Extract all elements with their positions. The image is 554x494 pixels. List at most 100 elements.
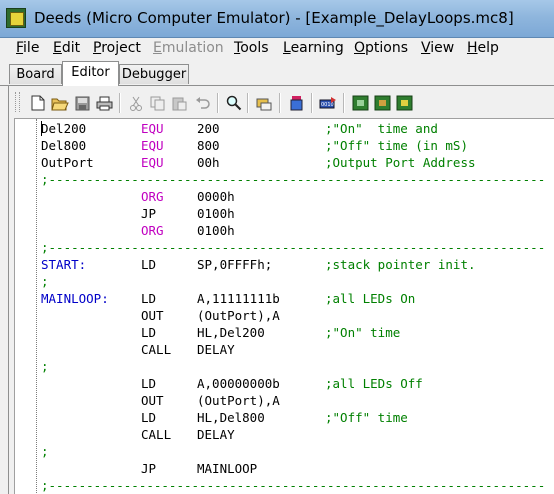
code-opcode: EQU <box>141 121 164 136</box>
svg-text:0010: 0010 <box>321 102 334 108</box>
code-comment: ;all LEDs Off <box>325 376 423 391</box>
code-line[interactable]: CALL DELAY <box>15 341 554 358</box>
code-line[interactable]: LD A,00000000b ;all LEDs Off <box>15 375 554 392</box>
print-icon[interactable] <box>95 94 113 112</box>
code-comment: ;stack pointer init. <box>325 257 476 272</box>
cut-icon[interactable] <box>127 94 145 112</box>
code-opcode: CALL <box>141 427 172 442</box>
code-line[interactable]: JP MAINLOOP <box>15 460 554 477</box>
menu-accelerator: E <box>153 40 162 56</box>
code-line[interactable]: ; <box>15 273 554 290</box>
app-icon[interactable] <box>6 8 26 28</box>
comment-line: ; <box>41 444 49 459</box>
code-line[interactable]: Del800 EQU 800 ;"Off" time (in mS) <box>15 137 554 154</box>
code-comment: ;Output Port Address <box>325 155 476 170</box>
menu-tools[interactable]: Tools <box>234 40 269 56</box>
code-operands: 800 <box>197 138 220 153</box>
toolbar-separator <box>343 93 345 113</box>
code-opcode: LD <box>141 325 157 340</box>
find-icon[interactable] <box>225 94 243 112</box>
code-line[interactable]: ORG 0100h <box>15 222 554 239</box>
tab-board[interactable]: Board <box>9 64 62 84</box>
menu-label-rest: iew <box>430 40 455 56</box>
comment-line: ;---------------------------------------… <box>41 172 546 187</box>
new-file-icon[interactable] <box>29 94 47 112</box>
code-opcode: LD <box>141 376 157 391</box>
code-line[interactable]: ; <box>15 443 554 460</box>
code-opcode: LD <box>141 257 157 272</box>
menu-accelerator: E <box>53 40 62 56</box>
menu-options[interactable]: Options <box>354 40 408 56</box>
menu-accelerator: L <box>283 40 291 56</box>
code-line[interactable]: OutPort EQU 00h ;Output Port Address <box>15 154 554 171</box>
code-line[interactable]: ;---------------------------------------… <box>15 239 554 256</box>
code-operands: DELAY <box>197 427 235 442</box>
code-line[interactable]: ;---------------------------------------… <box>15 477 554 494</box>
comment-line: ; <box>41 274 49 289</box>
menu-view[interactable]: View <box>421 40 454 56</box>
tab-debugger[interactable]: Debugger <box>119 64 189 84</box>
menu-label-rest: earning <box>290 40 344 56</box>
menu-emulation[interactable]: Emulation <box>153 40 224 56</box>
comment-line: ;---------------------------------------… <box>41 478 546 493</box>
code-label: START: <box>41 257 87 272</box>
menu-bar: File Edit Project Emulation Tools Learning Opt… <box>0 38 554 60</box>
code-line[interactable]: ;---------------------------------------… <box>15 171 554 188</box>
copy-icon[interactable] <box>149 94 167 112</box>
assembler-icon[interactable]: 0010 <box>319 94 337 112</box>
code-opcode: LD <box>141 291 157 306</box>
compile-icon[interactable] <box>255 94 273 112</box>
chip-icon-2[interactable] <box>373 94 391 112</box>
code-opcode: LD <box>141 410 157 425</box>
window-title: Deeds (Micro Computer Emulator) - [Examp… <box>34 9 514 27</box>
code-operands: 0000h <box>197 189 235 204</box>
code-line[interactable]: MAINLOOP: LD A,11111111b ;all LEDs On <box>15 290 554 307</box>
code-line[interactable]: ORG 0000h <box>15 188 554 205</box>
menu-project[interactable]: Project <box>93 40 141 56</box>
code-line[interactable]: OUT (OutPort),A <box>15 307 554 324</box>
menu-label-rest: elp <box>477 40 499 56</box>
code-line[interactable]: LD HL,Del800 ;"Off" time <box>15 409 554 426</box>
save-icon[interactable] <box>73 94 91 112</box>
code-line[interactable]: OUT (OutPort),A <box>15 392 554 409</box>
code-label: OutPort <box>41 155 94 170</box>
paste-icon[interactable] <box>171 94 189 112</box>
code-operands: 200 <box>197 121 220 136</box>
chip-icon-1[interactable] <box>351 94 369 112</box>
menu-file[interactable]: File <box>16 40 39 56</box>
code-line[interactable]: CALL DELAY <box>15 426 554 443</box>
menu-learning[interactable]: Learning <box>283 40 344 56</box>
menu-label-rest: roject <box>101 40 141 56</box>
code-line[interactable]: LD HL,Del200 ;"On" time <box>15 324 554 341</box>
toolbar-separator <box>279 93 281 113</box>
code-operands: A,11111111b <box>197 291 280 306</box>
code-label: MAINLOOP: <box>41 291 109 306</box>
chip-icon-3[interactable] <box>395 94 413 112</box>
code-editor[interactable]: Del200 EQU 200 ;"On" time and Del800 EQU 800 ;"… <box>14 118 554 494</box>
tab-editor[interactable]: Editor <box>62 61 119 86</box>
open-folder-icon[interactable] <box>51 94 69 112</box>
code-comment: ;"On" time <box>325 325 401 340</box>
code-line[interactable]: JP 0100h <box>15 205 554 222</box>
code-opcode: EQU <box>141 138 164 153</box>
menu-label-rest: ools <box>240 40 269 56</box>
toolbar-grip[interactable] <box>15 92 20 112</box>
menu-label-rest: mulation <box>161 40 224 56</box>
menu-edit[interactable]: Edit <box>53 40 80 56</box>
code-operands: (OutPort),A <box>197 393 280 408</box>
code-comment: ;"Off" time <box>325 410 408 425</box>
comment-line: ; <box>41 359 49 374</box>
code-opcode: CALL <box>141 342 172 357</box>
code-line[interactable]: Del200 EQU 200 ;"On" time and <box>15 120 554 137</box>
code-operands: HL,Del200 <box>197 325 265 340</box>
code-line[interactable]: ; <box>15 358 554 375</box>
code-line[interactable]: START: LD SP,0FFFFh; ;stack pointer init. <box>15 256 554 273</box>
tab-row: Board Editor Debugger <box>0 60 554 86</box>
editor-toolbar: 0010 <box>9 88 554 118</box>
menu-help[interactable]: Help <box>467 40 499 56</box>
undo-icon[interactable] <box>193 94 211 112</box>
title-bar: Deeds (Micro Computer Emulator) - [Examp… <box>0 0 554 38</box>
menu-accelerator: V <box>421 40 431 56</box>
code-opcode: OUT <box>141 308 164 323</box>
memory-icon[interactable] <box>287 94 305 112</box>
